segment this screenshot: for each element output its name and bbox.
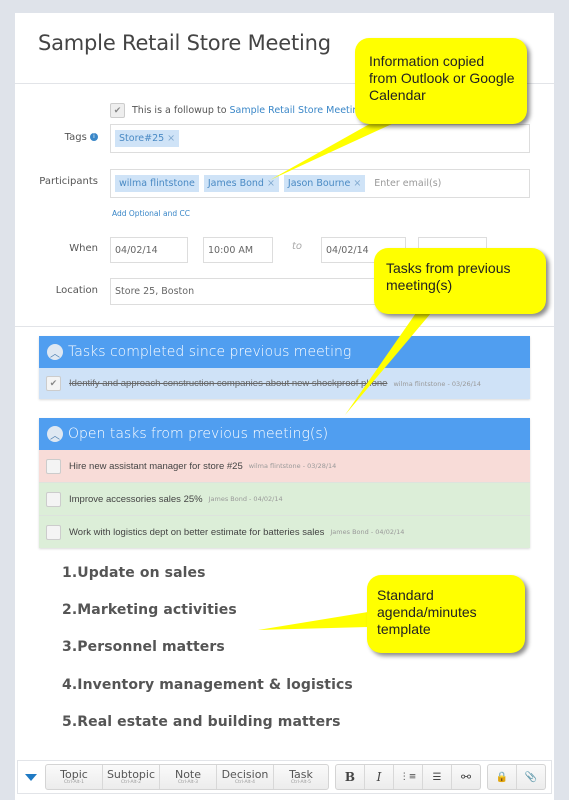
callout-pointer-3: [258, 612, 368, 630]
callout-agenda-template: Standard agenda/minutes template: [367, 575, 525, 653]
callout-pointer-2: [345, 300, 442, 415]
callout-previous-tasks: Tasks from previous meeting(s): [374, 248, 546, 314]
callout-calendar: Information copied from Outlook or Googl…: [355, 38, 527, 124]
